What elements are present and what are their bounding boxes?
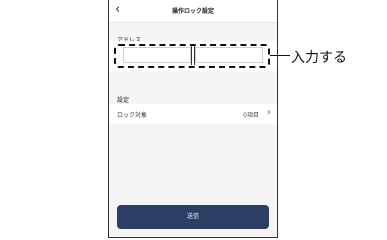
page-title: 操作ロック設定 — [171, 8, 214, 15]
address-highlight-box — [114, 44, 270, 68]
send-button[interactable]: 送信 — [117, 205, 269, 229]
settings-section-label: 設定 — [117, 97, 130, 104]
chevron-right-icon: › — [267, 107, 271, 118]
navigation-bar: ‹ 操作ロック設定 — [109, 0, 277, 23]
lock-target-value: 0項目 — [243, 112, 259, 119]
callout-text: 入力する — [291, 50, 347, 66]
lock-target-row[interactable]: ロック対象 0項目 › — [109, 104, 277, 124]
lock-target-label: ロック対象 — [117, 112, 148, 119]
phone-screen: ‹ 操作ロック設定 アドレス 設定 ロック対象 0項目 › 送信 — [108, 0, 278, 238]
callout-line — [270, 55, 290, 56]
